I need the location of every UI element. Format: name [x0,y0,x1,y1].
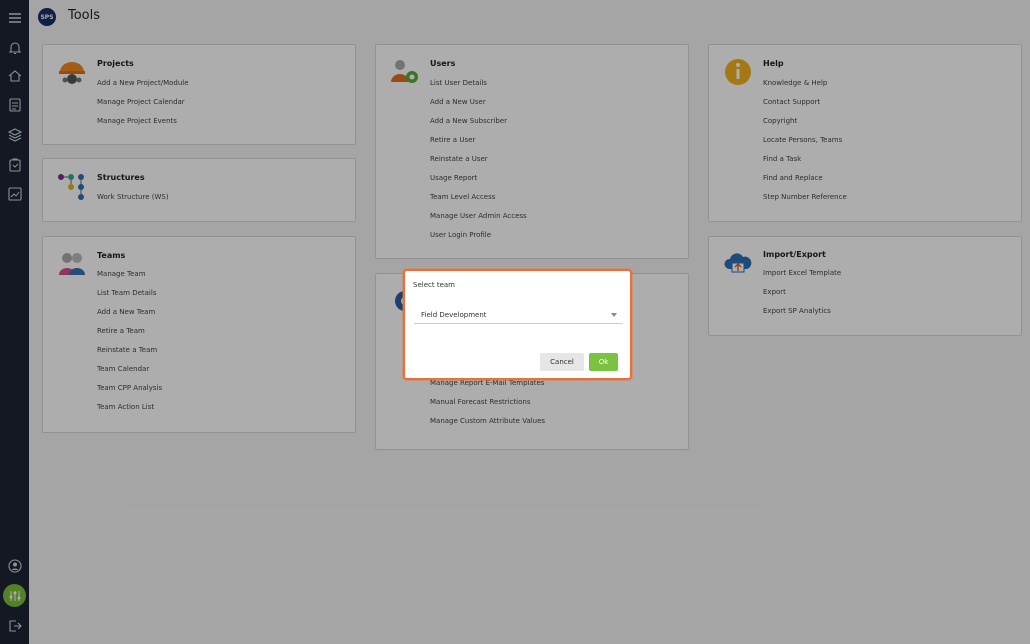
chevron-down-icon [611,313,617,317]
cancel-button[interactable]: Cancel [540,353,584,371]
team-select-value: Field Development [421,311,487,319]
select-team-dialog: Select team Field Development Cancel Ok [403,269,632,380]
team-select[interactable]: Field Development [414,306,623,324]
dialog-title: Select team [413,281,455,289]
ok-button[interactable]: Ok [589,353,618,371]
